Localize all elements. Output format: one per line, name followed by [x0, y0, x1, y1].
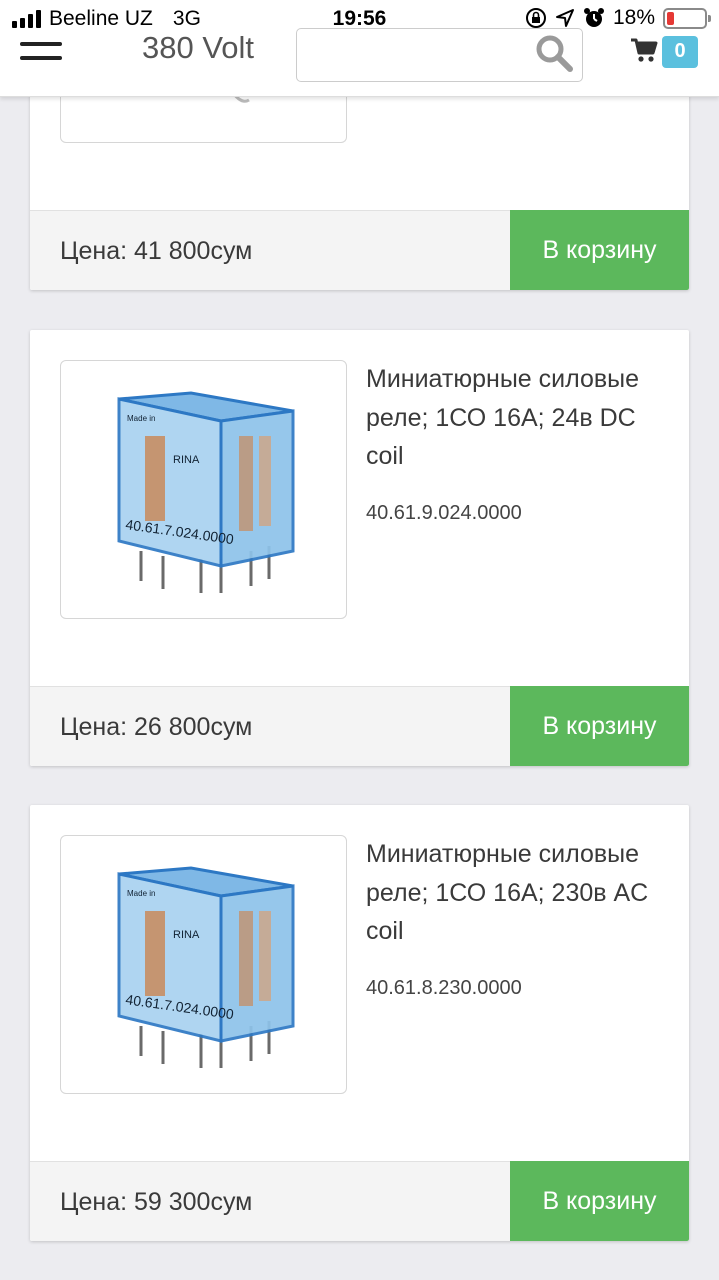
relay-image: 40.61.7.024.0000 RINA Made in	[117, 391, 295, 593]
shopping-cart-icon[interactable]	[630, 37, 658, 63]
alarm-icon	[583, 8, 604, 27]
add-to-cart-button[interactable]: В корзину	[510, 1161, 689, 1241]
product-price: Цена: 26 800сум	[60, 713, 253, 741]
relay-image: 40.61.7.024.0000 RINA Made in	[117, 866, 295, 1068]
add-to-cart-button[interactable]: В корзину	[510, 686, 689, 766]
product-card: 40.61.7.024.0000 RINA Made in Миниатюрны…	[30, 805, 689, 1241]
search-icon[interactable]	[534, 33, 574, 73]
product-title[interactable]: Миниатюрные силовые реле; 1СО 16А; 24в D…	[366, 360, 666, 476]
status-icons: 18%	[525, 6, 711, 30]
site-brand[interactable]: 380 Volt	[142, 30, 254, 66]
location-icon	[555, 9, 574, 27]
site-header: Beeline UZ 3G 19:56 18% 380 Volt 0	[0, 0, 719, 97]
product-sku: 40.61.8.230.0000	[366, 977, 522, 999]
product-price: Цена: 59 300сум	[60, 1188, 253, 1216]
battery-icon	[663, 7, 711, 29]
product-footer: Цена: 59 300сум В корзину	[30, 1161, 689, 1241]
add-to-cart-button[interactable]: В корзину	[510, 210, 689, 290]
menu-toggle-button[interactable]	[20, 40, 64, 66]
product-image[interactable]: 40.61.7.024.0000 RINA Made in	[60, 835, 347, 1094]
svg-text:RINA: RINA	[173, 454, 200, 466]
product-image[interactable]: 40.61.7.024.0000 RINA Made in	[60, 360, 347, 619]
svg-text:Made in: Made in	[127, 414, 155, 423]
product-sku: 40.61.9.024.0000	[366, 502, 522, 524]
svg-text:RINA: RINA	[173, 929, 200, 941]
battery-percent: 18%	[612, 6, 655, 29]
rotation-lock-icon	[525, 8, 546, 28]
svg-text:Made in: Made in	[127, 889, 155, 898]
product-footer: Цена: 26 800сум В корзину	[30, 686, 689, 766]
product-card: 40.61.7.024.0000 RINA Made in Миниатюрны…	[30, 330, 689, 766]
product-footer: Цена: 41 800сум В корзину	[30, 210, 689, 290]
cart-count-badge[interactable]: 0	[662, 36, 698, 68]
product-title[interactable]: Миниатюрные силовые реле; 1СО 16А; 230в …	[366, 835, 666, 951]
product-price: Цена: 41 800сум	[60, 237, 253, 265]
